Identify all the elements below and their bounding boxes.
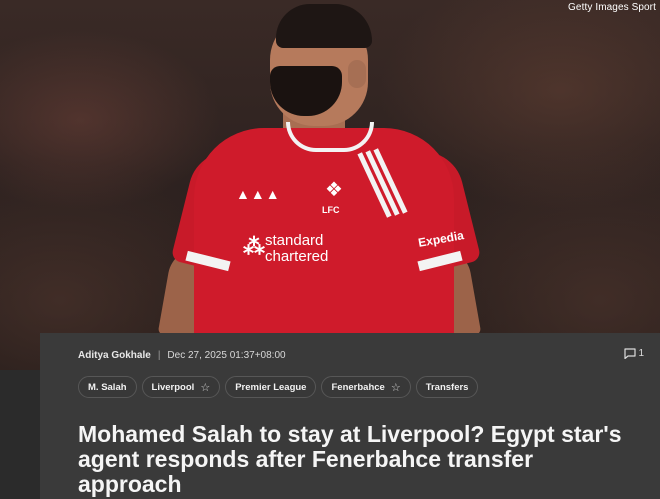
player-jersey [194, 128, 454, 348]
meta-separator: | [157, 350, 161, 361]
sponsor-text-line2: chartered [265, 248, 329, 265]
club-crest-label: LFC [322, 205, 340, 215]
tag-list: M. Salah Liverpool ☆ Premier League Fene… [78, 376, 479, 398]
tag-label: Transfers [425, 381, 469, 393]
club-crest-icon: ❖ [325, 179, 343, 201]
tag-label: Premier League [235, 381, 307, 393]
hero-image: Getty Images Sport ▲▲▲ ❖ LFC ⁂ standard … [0, 0, 660, 370]
kit-brand-logo: ▲▲▲ [236, 186, 281, 202]
article-headline: Mohamed Salah to stay at Liverpool? Egyp… [78, 421, 622, 497]
star-icon[interactable]: ☆ [391, 381, 401, 394]
star-icon[interactable]: ☆ [200, 381, 210, 394]
tag-fenerbahce[interactable]: Fenerbahce ☆ [321, 376, 411, 398]
publish-timestamp: Dec 27, 2025 01:37+08:00 [167, 350, 286, 361]
player-hair [276, 4, 372, 48]
tag-label: Fenerbahce [331, 381, 385, 393]
comment-icon [624, 348, 637, 359]
article-card: Aditya Gokhale | Dec 27, 2025 01:37+08:0… [40, 333, 660, 499]
author-name[interactable]: Aditya Gokhale [78, 350, 151, 361]
image-credit: Getty Images Sport [568, 2, 656, 13]
tag-label: Liverpool [151, 381, 195, 393]
tag-m-salah[interactable]: M. Salah [78, 376, 137, 398]
tag-transfers[interactable]: Transfers [415, 376, 479, 398]
tag-liverpool[interactable]: Liverpool ☆ [141, 376, 221, 398]
sponsor-text-line1: standard [265, 232, 324, 249]
player-ear [348, 60, 366, 88]
article-meta: Aditya Gokhale | Dec 27, 2025 01:37+08:0… [78, 350, 286, 361]
sponsor-logo-icon: ⁂ [243, 234, 265, 259]
tag-label: M. Salah [88, 381, 127, 393]
comments-button[interactable]: 1 [624, 348, 644, 359]
comment-count: 1 [638, 348, 644, 359]
tag-premier-league[interactable]: Premier League [225, 376, 317, 398]
